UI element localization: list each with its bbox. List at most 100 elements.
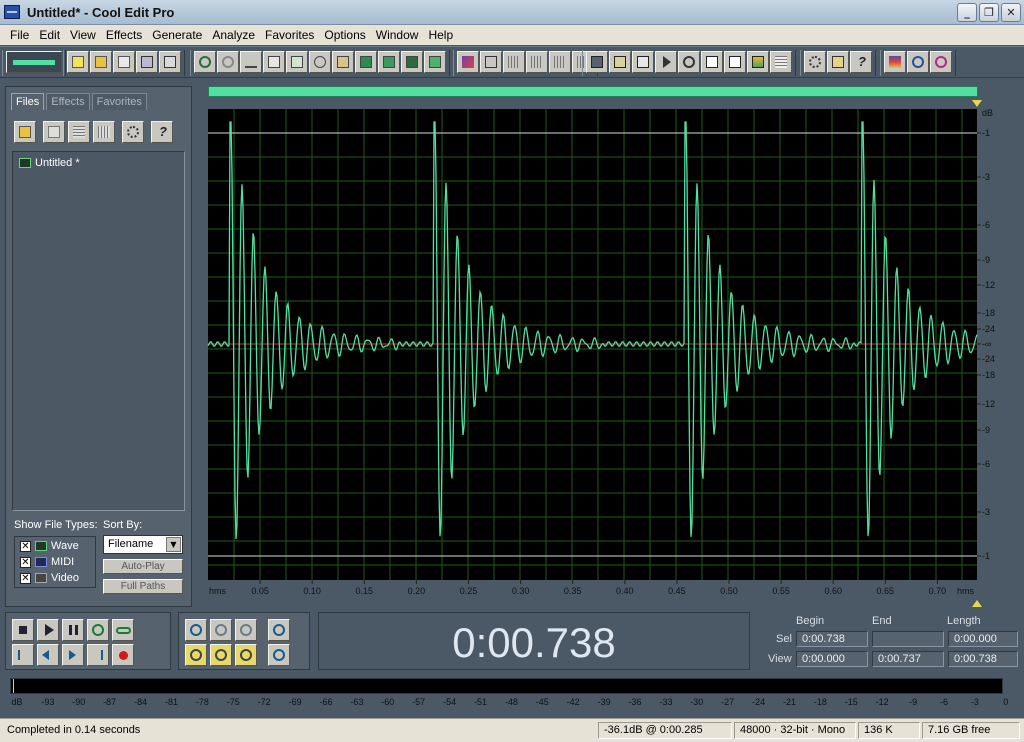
view-info-icon[interactable]	[632, 51, 654, 73]
scripts-icon[interactable]	[827, 51, 849, 73]
view-spectral-icon[interactable]	[609, 51, 631, 73]
full-paths-button[interactable]: Full Paths	[103, 579, 183, 594]
menu-window[interactable]: Window	[371, 28, 424, 42]
redo-icon[interactable]	[217, 51, 239, 73]
sel-length-field[interactable]: 0:00.000	[948, 631, 1018, 647]
settings-icon[interactable]	[804, 51, 826, 73]
grid-icon-1[interactable]	[503, 51, 525, 73]
file-list[interactable]: Untitled *	[12, 151, 185, 511]
waveform-area[interactable]: dB -1 -3 -6 -9 -12 -18 -24 -∞ -24 -18 -12 -9 -6 -3 -1 hm…	[202, 80, 1020, 607]
edit-file-icon[interactable]	[93, 121, 115, 143]
fast-forward-icon[interactable]	[62, 644, 84, 666]
grid-icon-2[interactable]	[526, 51, 548, 73]
view-waveform-icon[interactable]	[586, 51, 608, 73]
open-folder-icon[interactable]	[14, 121, 36, 143]
mix-paste-icon[interactable]	[378, 51, 400, 73]
repeat-icon[interactable]	[240, 51, 262, 73]
sort-by-label: Sort By:	[103, 519, 143, 531]
save-icon[interactable]	[136, 51, 158, 73]
close-folder-icon[interactable]	[43, 121, 65, 143]
view-begin-field[interactable]: 0:00.000	[796, 651, 868, 667]
zoom-icon[interactable]	[907, 51, 929, 73]
close-file-icon[interactable]	[113, 51, 135, 73]
undo-icon[interactable]	[194, 51, 216, 73]
record-icon[interactable]	[112, 644, 134, 666]
organizer-help-icon[interactable]: ?	[151, 121, 173, 143]
go-to-end-icon[interactable]	[87, 644, 109, 666]
paste-new-icon[interactable]	[355, 51, 377, 73]
organizer-settings-icon[interactable]	[122, 121, 144, 143]
chevron-down-icon[interactable]: ▼	[166, 537, 181, 552]
zoom-selection-icon[interactable]	[930, 51, 952, 73]
copy-icon[interactable]	[263, 51, 285, 73]
play-cursor-icon[interactable]	[655, 51, 677, 73]
menu-edit[interactable]: Edit	[34, 28, 65, 42]
menu-favorites[interactable]: Favorites	[260, 28, 319, 42]
zoom-full-icon[interactable]	[235, 619, 257, 641]
view-end-field[interactable]: 0:00.737	[872, 651, 944, 667]
minimize-button[interactable]: _	[957, 3, 977, 22]
menu-analyze[interactable]: Analyze	[207, 28, 260, 42]
format-readout: 48000 · 32-bit · Mono	[734, 722, 856, 739]
open-file-icon[interactable]	[90, 51, 112, 73]
menu-file[interactable]: File	[5, 28, 34, 42]
db-tick-label: -1	[982, 551, 990, 561]
zoom-out-vertical-icon[interactable]	[268, 644, 290, 666]
loop-icon[interactable]	[112, 619, 134, 641]
help-icon[interactable]: ?	[850, 51, 872, 73]
sel-end-field[interactable]	[872, 631, 944, 647]
list-item[interactable]: Untitled *	[19, 157, 80, 169]
trim-icon[interactable]	[401, 51, 423, 73]
rewind-icon[interactable]	[37, 644, 59, 666]
restore-button[interactable]: ❐	[979, 3, 999, 22]
find-icon[interactable]	[678, 51, 700, 73]
close-button[interactable]: ✕	[1001, 3, 1021, 22]
save-all-icon[interactable]	[159, 51, 181, 73]
video-checkbox[interactable]: ✕	[20, 572, 31, 584]
grid-icon-3[interactable]	[549, 51, 571, 73]
menu-effects[interactable]: Effects	[101, 28, 147, 42]
wave-checkbox[interactable]: ✕	[20, 540, 31, 552]
db-tick-label: -9	[982, 425, 990, 435]
zoom-in-vertical-icon[interactable]	[268, 619, 290, 641]
stop-icon[interactable]	[12, 619, 34, 641]
copy-new-icon[interactable]	[286, 51, 308, 73]
tab-favorites[interactable]: Favorites	[91, 93, 147, 110]
menu-view[interactable]: View	[65, 28, 101, 42]
paste-icon[interactable]	[332, 51, 354, 73]
midi-checkbox[interactable]: ✕	[20, 556, 31, 568]
zoom-in-icon[interactable]	[185, 619, 207, 641]
waveform-display[interactable]: dB -1 -3 -6 -9 -12 -18 -24 -∞ -24 -18 -12 -9 -6 -3 -1 hm…	[202, 80, 1020, 607]
menu-options[interactable]: Options	[319, 28, 370, 42]
zoom-selection-2-icon[interactable]	[235, 644, 257, 666]
pause-icon[interactable]	[62, 619, 84, 641]
go-to-start-icon[interactable]	[12, 644, 34, 666]
meter-icon[interactable]	[747, 51, 769, 73]
tab-effects[interactable]: Effects	[46, 93, 90, 110]
auto-play-button[interactable]: Auto-Play	[103, 559, 183, 574]
tab-files[interactable]: Files	[11, 93, 45, 110]
multitrack-toggle-button[interactable]	[6, 51, 62, 73]
play-icon[interactable]	[37, 619, 59, 641]
frequency-analysis-icon[interactable]	[884, 51, 906, 73]
zoom-to-left-icon[interactable]	[185, 644, 207, 666]
menu-help[interactable]: Help	[423, 28, 458, 42]
play-to-end-icon[interactable]	[87, 619, 109, 641]
app-icon[interactable]	[4, 5, 20, 19]
view-length-field[interactable]: 0:00.738	[948, 651, 1018, 667]
zoom-to-right-icon[interactable]	[210, 644, 232, 666]
cut-icon[interactable]	[309, 51, 331, 73]
level-meter-label: -69	[288, 697, 302, 707]
time-format-icon[interactable]	[701, 51, 723, 73]
sel-begin-field[interactable]: 0:00.738	[796, 631, 868, 647]
snap-icon[interactable]	[480, 51, 502, 73]
insert-multitrack-icon[interactable]	[68, 121, 90, 143]
bars-beats-icon[interactable]	[724, 51, 746, 73]
list-icon[interactable]	[770, 51, 792, 73]
new-file-icon[interactable]	[67, 51, 89, 73]
menu-generate[interactable]: Generate	[147, 28, 207, 42]
zoom-out-icon[interactable]	[210, 619, 232, 641]
envelope-icon[interactable]	[457, 51, 479, 73]
zero-cross-icon[interactable]	[424, 51, 446, 73]
sort-by-select[interactable]: Filename ▼	[103, 535, 183, 554]
